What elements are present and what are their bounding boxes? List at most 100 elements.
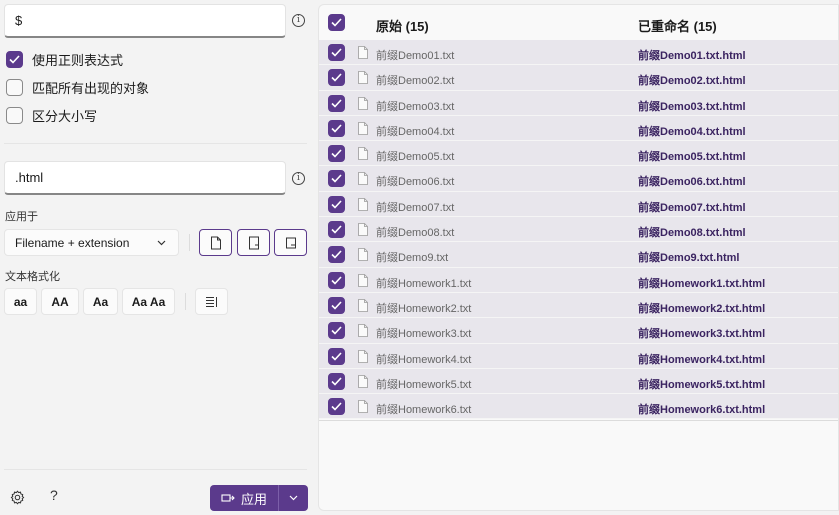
document-icon	[285, 237, 296, 248]
file-icon	[358, 172, 368, 186]
table-row[interactable]: 前缀Homework2.txt 前缀Homework2.txt.html	[319, 292, 838, 319]
table-row[interactable]: 前缀Homework1.txt 前缀Homework1.txt.html	[319, 267, 838, 293]
apply-button[interactable]: 应用	[210, 485, 278, 511]
table-row[interactable]: 前缀Demo08.txt 前缀Demo08.txt.html	[319, 217, 838, 243]
settings-button[interactable]	[10, 490, 25, 510]
select-all-checkbox[interactable]	[328, 14, 345, 31]
rename-icon	[221, 494, 235, 502]
row-checkbox[interactable]	[328, 221, 345, 239]
table-row[interactable]: 前缀Demo01.txt 前缀Demo01.txt.html	[319, 40, 838, 66]
row-checkbox[interactable]	[328, 372, 345, 390]
match-all-checkbox[interactable]	[6, 79, 23, 96]
original-filename: 前缀Demo01.txt	[376, 50, 455, 62]
option-label: 使用正则表达式	[32, 53, 124, 68]
option-label: 匹配所有出现的对象	[32, 81, 150, 96]
apply-options-button[interactable]	[279, 485, 308, 511]
search-input-box[interactable]	[4, 4, 286, 38]
renamed-filename: 前缀Homework6.txt.html	[638, 404, 766, 417]
apply-to-label: 应用于	[5, 211, 38, 223]
apply-to-dropdown[interactable]: Filename + extension	[4, 229, 179, 256]
file-icon	[358, 349, 368, 363]
row-checkbox[interactable]	[328, 195, 345, 213]
table-row[interactable]: 前缀Demo06.txt 前缀Demo06.txt.html	[319, 166, 838, 192]
replace-input[interactable]	[15, 170, 275, 185]
table-row[interactable]: 前缀Demo02.txt 前缀Demo02.txt.html	[319, 65, 838, 91]
table-row[interactable]: 前缀Homework5.txt 前缀Homework5.txt.html	[319, 368, 838, 395]
search-input[interactable]	[15, 13, 275, 28]
original-filename: 前缀Homework4.txt	[376, 353, 472, 366]
table-row[interactable]: 前缀Homework3.txt 前缀Homework3.txt.html	[319, 318, 838, 344]
option-use-regex[interactable]: 使用正则表达式	[6, 50, 123, 69]
option-label: 区分大小写	[32, 109, 98, 124]
preview-panel: 原始 (15) 已重命名 (15) 前缀Demo01.txt 前缀Demo01.t…	[318, 4, 839, 511]
renamed-filename: 前缀Homework3.txt.html	[638, 328, 766, 341]
include-folders-button[interactable]	[274, 229, 307, 256]
titlecase-button[interactable]: Aa	[83, 288, 118, 315]
gear-icon	[10, 490, 25, 505]
row-checkbox[interactable]	[328, 322, 345, 340]
file-icon	[358, 400, 368, 414]
file-icon	[358, 121, 368, 135]
renamed-filename: 前缀Demo02.txt.html	[638, 75, 746, 88]
table-row[interactable]: 前缀Demo05.txt 前缀Demo05.txt.html	[319, 141, 838, 167]
file-icon	[358, 324, 368, 338]
regex-checkbox[interactable]	[6, 51, 23, 68]
option-case-sensitive[interactable]: 区分大小写	[6, 106, 97, 125]
case-sensitive-checkbox[interactable]	[6, 107, 23, 124]
original-filename: 前缀Homework5.txt	[376, 378, 472, 391]
file-icon	[358, 223, 368, 236]
row-checkbox[interactable]	[328, 347, 345, 365]
row-checkbox[interactable]	[328, 271, 345, 289]
table-row[interactable]: 前缀Demo03.txt 前缀Demo03.txt.html	[319, 90, 838, 116]
divider	[319, 420, 838, 421]
renamed-filename: 前缀Homework2.txt.html	[638, 302, 766, 315]
dropdown-value: Filename + extension	[15, 235, 130, 250]
table-row[interactable]: 前缀Demo04.txt 前缀Demo04.txt.html	[319, 115, 838, 142]
row-checkbox[interactable]	[328, 44, 345, 61]
document-icon	[210, 236, 221, 249]
renamed-filename: 前缀Demo04.txt.html	[638, 125, 746, 138]
file-icon	[358, 273, 368, 287]
apply-label: 应用	[240, 491, 267, 507]
renamed-filename: 前缀Demo07.txt.html	[638, 201, 746, 214]
row-checkbox[interactable]	[328, 69, 345, 87]
table-row[interactable]: 前缀Homework4.txt 前缀Homework4.txt.html	[319, 343, 838, 369]
file-icon	[358, 248, 368, 262]
lowercase-button[interactable]: aa	[4, 288, 37, 315]
capitalize-words-button[interactable]: Aa Aa	[122, 288, 175, 315]
option-match-all[interactable]: 匹配所有出现的对象	[6, 78, 149, 97]
row-checkbox[interactable]	[328, 119, 345, 137]
table-row[interactable]: 前缀Demo9.txt 前缀Demo9.txt.html	[319, 242, 838, 268]
replace-input-box[interactable]	[4, 161, 286, 195]
row-checkbox[interactable]	[328, 398, 345, 416]
include-files-button[interactable]	[237, 229, 270, 256]
uppercase-button[interactable]: AA	[41, 288, 79, 315]
chevron-down-icon	[289, 495, 298, 501]
info-icon[interactable]: i	[292, 14, 305, 27]
help-button[interactable]: ?	[50, 487, 58, 503]
enumerate-items-button[interactable]	[199, 229, 232, 256]
original-filename: 前缀Homework1.txt	[376, 277, 472, 290]
table-row[interactable]: 前缀Demo07.txt 前缀Demo07.txt.html	[319, 191, 838, 218]
original-filename: 前缀Demo08.txt	[376, 227, 455, 240]
renamed-filename: 前缀Demo9.txt.html	[638, 252, 740, 265]
file-icon	[358, 197, 368, 211]
divider	[189, 234, 190, 251]
apply-split-button: 应用	[210, 485, 308, 511]
row-checkbox[interactable]	[328, 170, 345, 188]
renamed-filename: 前缀Homework1.txt.html	[638, 277, 766, 290]
table-row[interactable]: 前缀Homework6.txt 前缀Homework6.txt.html	[319, 394, 838, 420]
left-panel: i 使用正则表达式 匹配所有出现的对象 区分大小写 i 应用于 Filename…	[0, 0, 318, 515]
row-checkbox[interactable]	[328, 246, 345, 264]
header-original: 原始 (15)	[376, 19, 429, 34]
table-header: 原始 (15) 已重命名 (15)	[319, 5, 838, 39]
file-list: 前缀Demo01.txt 前缀Demo01.txt.html 前缀Demo02.tx…	[319, 40, 838, 420]
info-icon[interactable]: i	[292, 172, 305, 185]
row-checkbox[interactable]	[328, 94, 345, 112]
row-checkbox[interactable]	[328, 296, 345, 314]
original-filename: 前缀Homework6.txt	[376, 404, 472, 417]
renamed-filename: 前缀Demo08.txt.html	[638, 227, 746, 240]
row-checkbox[interactable]	[328, 145, 345, 163]
file-icon	[358, 96, 368, 110]
enumerate-button[interactable]	[195, 288, 228, 315]
